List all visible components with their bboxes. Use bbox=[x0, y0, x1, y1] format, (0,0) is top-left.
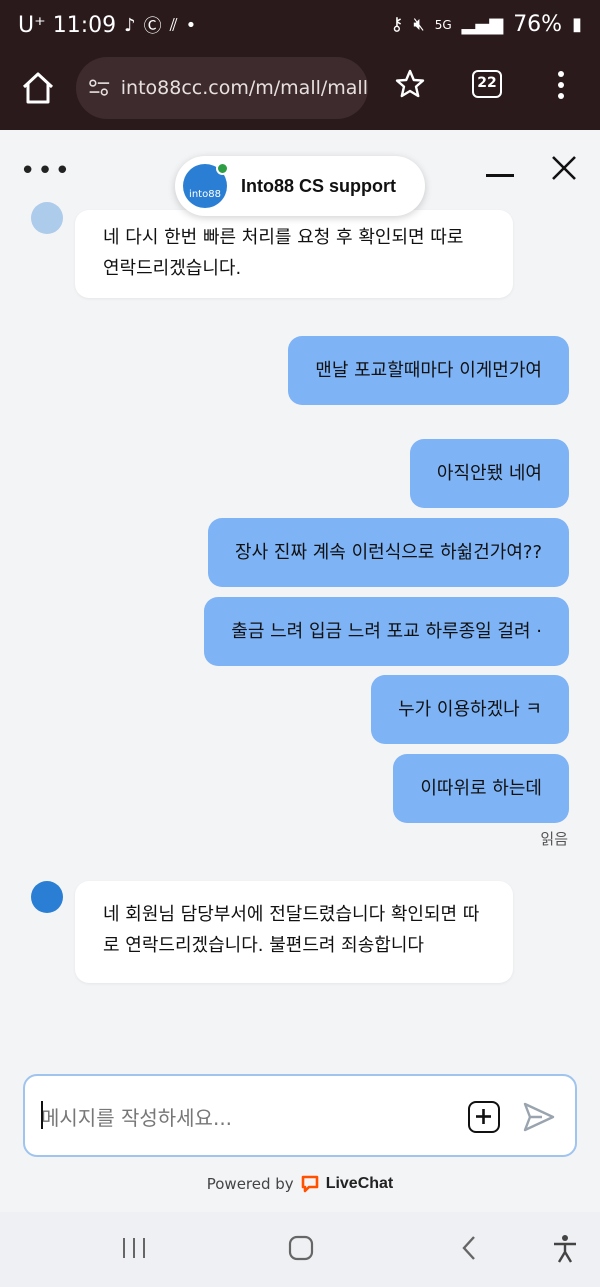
user-message: 장사 진짜 계속 이런식으로 하쉶건가여?? bbox=[208, 518, 569, 587]
battery-percent: 76% bbox=[513, 12, 563, 37]
agent-avatar-small bbox=[31, 881, 63, 913]
c-app-icon: Ⓒ bbox=[143, 16, 162, 37]
user-message: 맨날 포교할때마다 이게먼가여 bbox=[288, 336, 569, 405]
close-icon[interactable] bbox=[550, 154, 578, 182]
read-receipt: 읽음 bbox=[540, 830, 568, 848]
message-placeholder: 메시지를 작성하세요... bbox=[41, 1106, 233, 1130]
more-options-icon[interactable]: ••• bbox=[20, 156, 72, 186]
minimize-icon[interactable] bbox=[486, 174, 514, 177]
notification-dot-icon: • bbox=[185, 14, 197, 36]
browser-toolbar: into88cc.com/m/mall/mall 22 bbox=[0, 54, 600, 130]
agent-logo-text: into88 bbox=[189, 189, 221, 200]
powered-by-text: Powered by bbox=[206, 1175, 294, 1193]
agent-avatar: into88 bbox=[183, 162, 229, 208]
battery-icon: ▮ bbox=[572, 14, 582, 35]
system-nav-bar bbox=[0, 1212, 600, 1287]
online-status-icon bbox=[216, 162, 229, 175]
livechat-logo-icon bbox=[301, 1175, 318, 1193]
site-settings-icon[interactable] bbox=[88, 76, 111, 100]
recent-apps-icon[interactable] bbox=[120, 1234, 148, 1262]
signal-strength-icon: ⫽ bbox=[169, 14, 178, 36]
agent-message: 네 회원님 담당부서에 전달드렸습니다 확인되면 따로 연락드리겠습니다. 불편… bbox=[75, 881, 513, 983]
bookmark-star-icon[interactable] bbox=[394, 68, 426, 100]
cell-signal-icon: ▂▄▆ bbox=[461, 14, 504, 35]
home-nav-icon[interactable] bbox=[287, 1234, 315, 1262]
text-caret bbox=[41, 1101, 43, 1129]
home-icon[interactable] bbox=[18, 68, 58, 108]
message-input[interactable]: 메시지를 작성하세요... bbox=[23, 1074, 577, 1157]
powered-by-footer[interactable]: Powered by LiveChat bbox=[0, 1174, 600, 1194]
tiktok-icon: ♪ bbox=[124, 14, 136, 36]
agent-header: into88 Into88 CS support bbox=[175, 156, 425, 216]
tabs-count-button[interactable]: 22 bbox=[472, 70, 502, 98]
accessibility-icon[interactable] bbox=[550, 1234, 580, 1264]
more-vert-icon[interactable] bbox=[553, 70, 569, 100]
chat-widget: ••• into88 Into88 CS support 네 다시 한번 빠른 … bbox=[0, 130, 600, 1212]
back-icon[interactable] bbox=[456, 1234, 484, 1262]
livechat-brand: LiveChat bbox=[325, 1175, 394, 1192]
user-message: 누가 이용하겠나 ㅋ bbox=[371, 675, 569, 744]
user-message: 아직안됐 네여 bbox=[409, 439, 569, 508]
add-attachment-icon[interactable] bbox=[468, 1101, 500, 1133]
send-icon[interactable] bbox=[522, 1100, 556, 1134]
network-type: 5G bbox=[434, 17, 452, 32]
agent-name: Into88 CS support bbox=[241, 175, 397, 196]
user-message: 이따위로 하는데 bbox=[393, 754, 569, 823]
key-icon: ⚷ bbox=[390, 14, 404, 35]
status-bar: U⁺ 11:09 ♪ Ⓒ ⫽ • ⚷ 🔇︎ 5G ▂▄▆ 76% ▮ bbox=[0, 0, 600, 54]
address-bar[interactable]: into88cc.com/m/mall/mall bbox=[76, 57, 368, 119]
user-message: 출금 느려 입금 느려 포교 하루종일 걸려 · bbox=[204, 597, 569, 666]
agent-message: 네 다시 한번 빠른 처리를 요청 후 확인되면 따로 연락드리겠습니다. bbox=[75, 210, 513, 298]
agent-avatar-small bbox=[31, 202, 63, 234]
url-text: into88cc.com/m/mall/mall bbox=[120, 77, 368, 99]
mute-icon: 🔇︎ bbox=[413, 14, 425, 35]
clock: U⁺ 11:09 bbox=[18, 12, 117, 38]
